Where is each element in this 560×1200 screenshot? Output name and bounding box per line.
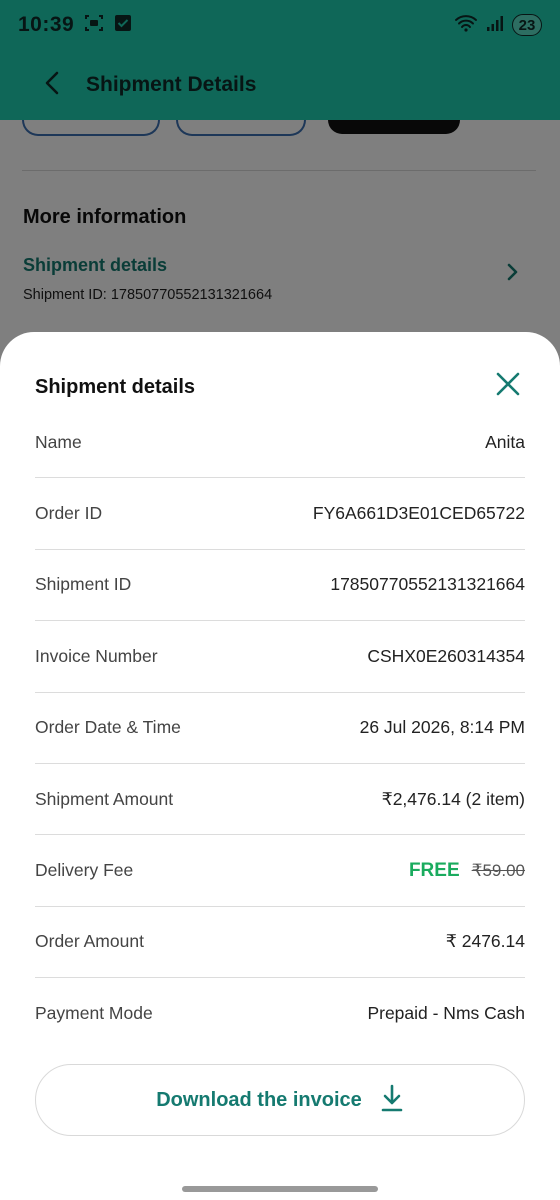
row-value: Anita (485, 431, 525, 452)
row-label: Payment Mode (35, 1003, 153, 1024)
close-button[interactable] (490, 368, 526, 404)
download-icon (380, 1083, 404, 1118)
row-value: Prepaid - Nms Cash (367, 1003, 525, 1024)
detail-row-shipment-id: Shipment ID 17850770552131321664 (35, 550, 525, 622)
original-fee: ₹59.00 (471, 860, 525, 880)
delivery-fee-value: FREE ₹59.00 (409, 860, 525, 882)
free-badge: FREE (408, 859, 460, 881)
row-value: 26 Jul 2026, 8:14 PM (359, 717, 525, 738)
detail-row-name: Name Anita (35, 407, 525, 479)
detail-row-order-amount: Order Amount ₹ 2476.14 (35, 907, 525, 979)
sheet-title: Shipment details (35, 376, 196, 398)
close-icon (494, 370, 522, 403)
row-value: ₹ 2476.14 (445, 931, 525, 952)
details-list: Name Anita Order ID FY6A661D3E01CED65722… (35, 407, 525, 1050)
detail-row-invoice-number: Invoice Number CSHX0E260314354 (35, 621, 525, 693)
detail-row-order-id: Order ID FY6A661D3E01CED65722 (35, 478, 525, 550)
detail-row-delivery-fee: Delivery Fee FREE ₹59.00 (35, 835, 525, 907)
row-label: Invoice Number (35, 645, 158, 666)
home-indicator[interactable] (182, 1186, 378, 1192)
detail-row-payment-mode: Payment Mode Prepaid - Nms Cash (35, 978, 525, 1049)
row-label: Shipment Amount (35, 788, 174, 809)
download-invoice-button[interactable]: Download the invoice (35, 1064, 525, 1136)
row-label: Shipment ID (35, 574, 132, 595)
detail-row-order-date: Order Date & Time 26 Jul 2026, 8:14 PM (35, 693, 525, 764)
shipment-details-sheet: Shipment details Name Anita Order ID FY6… (0, 332, 560, 1200)
row-label: Order Amount (35, 931, 144, 952)
row-label: Delivery Fee (35, 860, 134, 881)
download-invoice-label: Download the invoice (156, 1088, 362, 1111)
row-label: Order Date & Time (35, 717, 181, 738)
row-label: Order ID (35, 503, 103, 524)
row-value: ₹2,476.14 (2 item) (381, 788, 525, 809)
row-value: FY6A661D3E01CED65722 (312, 503, 525, 524)
detail-row-shipment-amount: Shipment Amount ₹2,476.14 (2 item) (35, 764, 525, 836)
row-value: CSHX0E260314354 (367, 645, 525, 666)
row-value: 17850770552131321664 (330, 574, 525, 595)
row-label: Name (35, 431, 82, 452)
